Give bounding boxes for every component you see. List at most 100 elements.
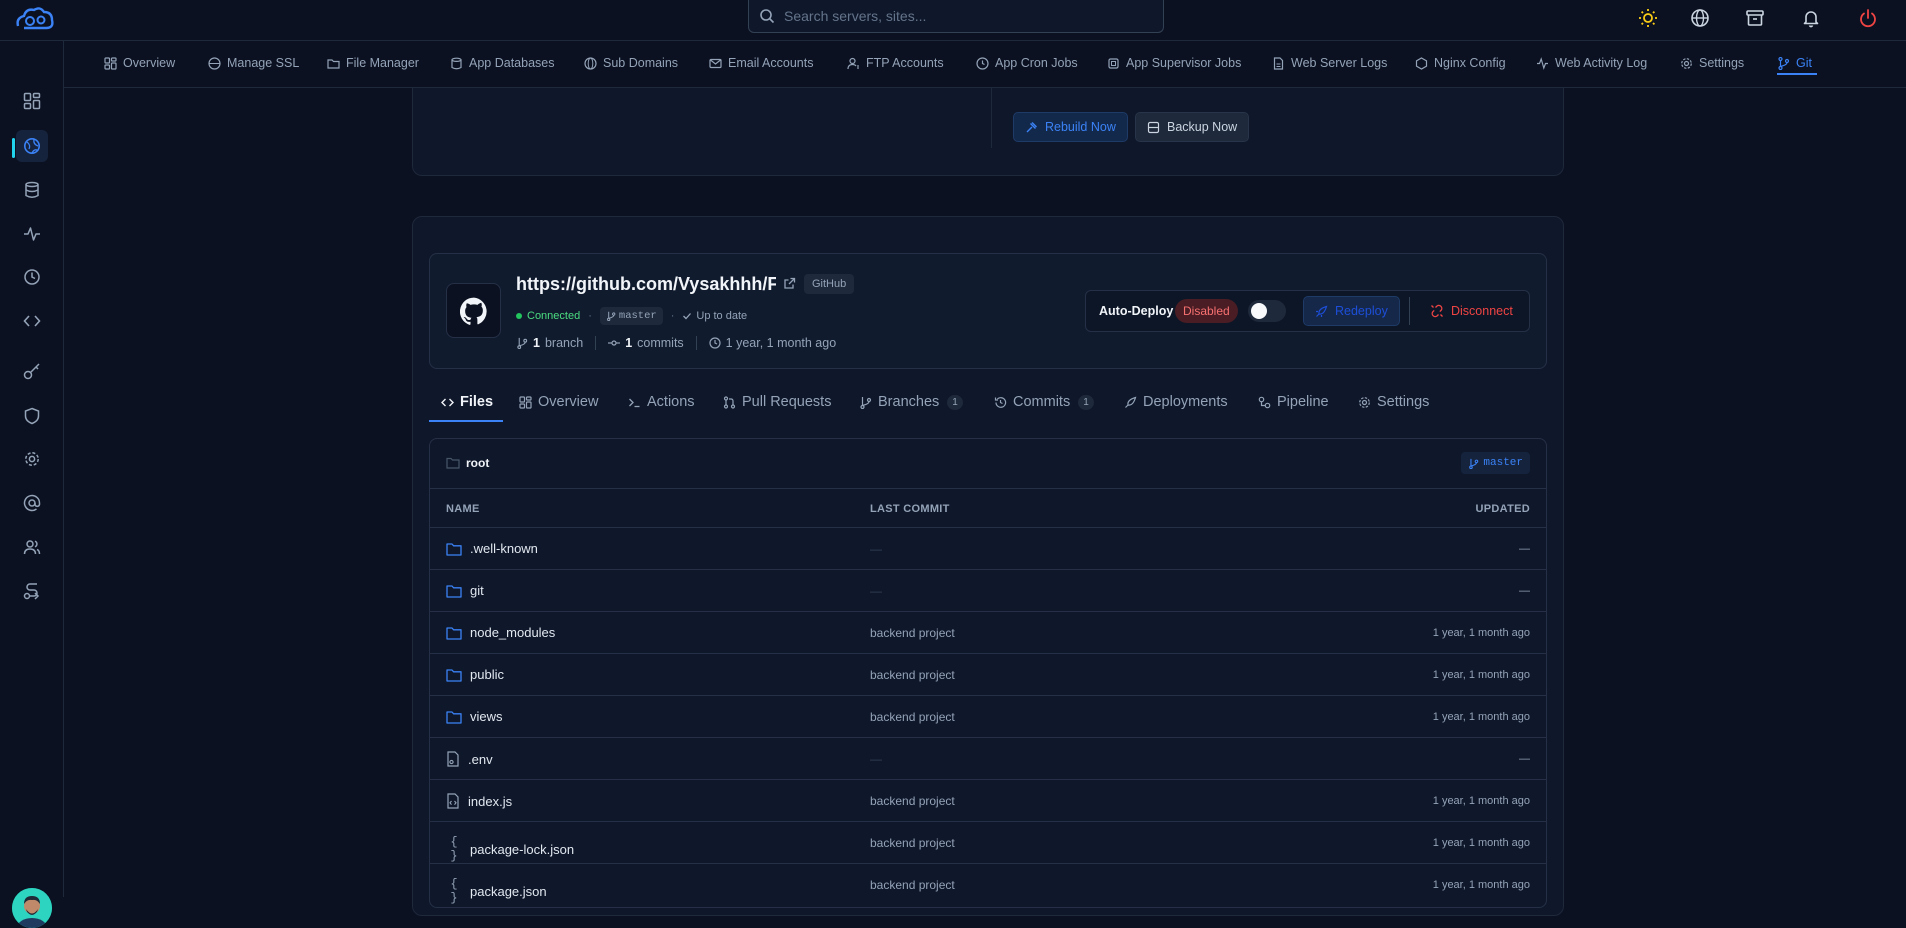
column-header-name[interactable]: NAME bbox=[446, 503, 480, 515]
tab-web-server-logs[interactable]: Web Server Logs bbox=[1272, 56, 1387, 70]
repo-url-link[interactable]: https://github.com/Vysakhhh/F bbox=[516, 274, 776, 295]
at-sign-icon bbox=[23, 494, 41, 512]
auto-deploy-toggle[interactable] bbox=[1248, 300, 1286, 322]
table-row[interactable]: index.js backend project 1 year, 1 month a… bbox=[430, 779, 1546, 821]
last-commit-message: — bbox=[870, 542, 882, 556]
updated-time: 1 year, 1 month ago bbox=[1432, 837, 1530, 849]
sidebar-item-cron[interactable] bbox=[16, 261, 48, 293]
clock-icon bbox=[23, 268, 41, 286]
file-name: node_modules bbox=[446, 625, 555, 640]
sidebar-item-monitoring[interactable] bbox=[16, 218, 48, 250]
tab-nginx-config[interactable]: Nginx Config bbox=[1415, 56, 1506, 70]
tab-sub-domains[interactable]: Sub Domains bbox=[584, 56, 678, 70]
table-row[interactable]: { } package.json backend project 1 year, 1 … bbox=[430, 863, 1546, 905]
divider bbox=[991, 88, 992, 148]
sidebar-item-email[interactable] bbox=[16, 487, 48, 519]
tab-label: Settings bbox=[1377, 394, 1430, 410]
rebuild-button[interactable]: Rebuild Now bbox=[1013, 112, 1128, 142]
check-icon bbox=[682, 311, 692, 321]
sidebar-item-security[interactable] bbox=[16, 400, 48, 432]
tab-pull-requests[interactable]: Pull Requests bbox=[723, 394, 831, 410]
tab-file-manager[interactable]: File Manager bbox=[327, 56, 419, 70]
branch-count-value: 1 bbox=[533, 336, 540, 350]
table-row[interactable]: git — — bbox=[430, 569, 1546, 611]
button-label: Redeploy bbox=[1335, 304, 1388, 318]
tab-email-accounts[interactable]: Email Accounts bbox=[709, 56, 813, 70]
backup-button[interactable]: Backup Now bbox=[1135, 112, 1250, 142]
separator bbox=[695, 336, 697, 350]
tab-label: Web Server Logs bbox=[1291, 56, 1388, 70]
table-row[interactable]: { } package-lock.json backend project 1 yea… bbox=[430, 821, 1546, 863]
tab-files[interactable]: Files bbox=[441, 394, 493, 410]
sidebar-item-settings[interactable] bbox=[16, 443, 48, 475]
tab-overview[interactable]: Overview bbox=[104, 56, 175, 70]
power-icon[interactable] bbox=[1856, 6, 1880, 30]
tab-label: Branches bbox=[878, 394, 940, 410]
tab-commits[interactable]: Commits 1 bbox=[994, 394, 1094, 410]
auto-deploy-status-badge: Disabled bbox=[1175, 299, 1238, 323]
sidebar-item-keys[interactable] bbox=[16, 355, 48, 387]
sidebar-item-users[interactable] bbox=[16, 531, 48, 563]
tab-settings[interactable]: Settings bbox=[1358, 394, 1429, 410]
app-logo[interactable] bbox=[14, 4, 56, 34]
redeploy-button[interactable]: Redeploy bbox=[1303, 296, 1400, 326]
table-row[interactable]: node_modules backend project 1 year, 1 mon… bbox=[430, 611, 1546, 653]
sidebar-item-sites[interactable] bbox=[16, 130, 48, 162]
file-name: .env bbox=[446, 751, 493, 767]
updated-time: 1 year, 1 month ago bbox=[1432, 879, 1530, 891]
tab-label: Actions bbox=[647, 394, 695, 410]
breadcrumb[interactable]: root bbox=[446, 456, 489, 470]
bell-icon[interactable] bbox=[1799, 6, 1823, 30]
search-input[interactable] bbox=[784, 8, 1144, 24]
tab-app-databases[interactable]: App Databases bbox=[450, 56, 554, 70]
grid-icon bbox=[519, 395, 532, 409]
tab-branches[interactable]: Branches 1 bbox=[859, 394, 963, 410]
sidebar-item-deploy[interactable] bbox=[16, 576, 48, 608]
separator: · bbox=[670, 310, 675, 322]
sidebar-item-databases[interactable] bbox=[16, 174, 48, 206]
external-link-icon[interactable] bbox=[783, 277, 796, 290]
tab-settings[interactable]: Settings bbox=[1680, 56, 1744, 70]
table-row[interactable]: .env — — bbox=[430, 737, 1546, 779]
tab-actions[interactable]: Actions bbox=[628, 394, 695, 410]
sun-icon[interactable] bbox=[1636, 6, 1660, 30]
file-name: git bbox=[446, 583, 484, 598]
user-avatar[interactable] bbox=[12, 888, 52, 928]
archive-icon[interactable] bbox=[1743, 6, 1767, 30]
terminal-icon bbox=[628, 396, 641, 409]
rocket-icon bbox=[1124, 396, 1137, 409]
tab-overview[interactable]: Overview bbox=[519, 394, 598, 410]
folder-icon bbox=[327, 57, 340, 70]
branch-selector[interactable]: master bbox=[1461, 452, 1530, 474]
tab-git[interactable]: Git bbox=[1777, 56, 1812, 70]
table-row[interactable]: .well-known — — bbox=[430, 527, 1546, 569]
tab-label: Email Accounts bbox=[728, 56, 814, 70]
active-indicator bbox=[12, 138, 15, 158]
disconnect-button[interactable]: Disconnect bbox=[1419, 296, 1524, 326]
globe-icon[interactable] bbox=[1688, 6, 1712, 30]
column-header-last-commit[interactable]: LAST COMMIT bbox=[870, 503, 950, 515]
separator bbox=[1409, 297, 1410, 325]
tab-ftp-accounts[interactable]: FTP Accounts bbox=[847, 56, 944, 70]
tab-pipeline[interactable]: Pipeline bbox=[1258, 394, 1329, 410]
tab-web-activity-log[interactable]: Web Activity Log bbox=[1536, 56, 1647, 70]
updated-time: 1 year, 1 month ago bbox=[1432, 669, 1530, 681]
tab-app-supervisor-jobs[interactable]: App Supervisor Jobs bbox=[1107, 56, 1241, 70]
global-search[interactable] bbox=[748, 0, 1164, 33]
commit-count[interactable]: 1 commits bbox=[608, 336, 684, 350]
folder-icon bbox=[446, 457, 460, 469]
sidebar-item-code[interactable] bbox=[16, 305, 48, 337]
tab-manage-ssl[interactable]: Manage SSL bbox=[208, 56, 299, 70]
table-row[interactable]: public backend project 1 year, 1 month ago bbox=[430, 653, 1546, 695]
sidebar-item-dashboard[interactable] bbox=[16, 85, 48, 117]
tab-app-cron-jobs[interactable]: App Cron Jobs bbox=[976, 56, 1078, 70]
tab-label: Git bbox=[1796, 56, 1812, 70]
tab-deployments[interactable]: Deployments bbox=[1124, 394, 1228, 410]
branch-chip[interactable]: master bbox=[599, 307, 663, 325]
tab-count-badge: 1 bbox=[1078, 394, 1094, 410]
file-name-label: index.js bbox=[468, 793, 513, 809]
branch-count[interactable]: 1 branch bbox=[516, 336, 583, 350]
table-row[interactable]: views backend project 1 year, 1 month ago bbox=[430, 695, 1546, 737]
column-header-updated[interactable]: UPDATED bbox=[1476, 503, 1530, 515]
tab-label: App Databases bbox=[469, 56, 555, 70]
